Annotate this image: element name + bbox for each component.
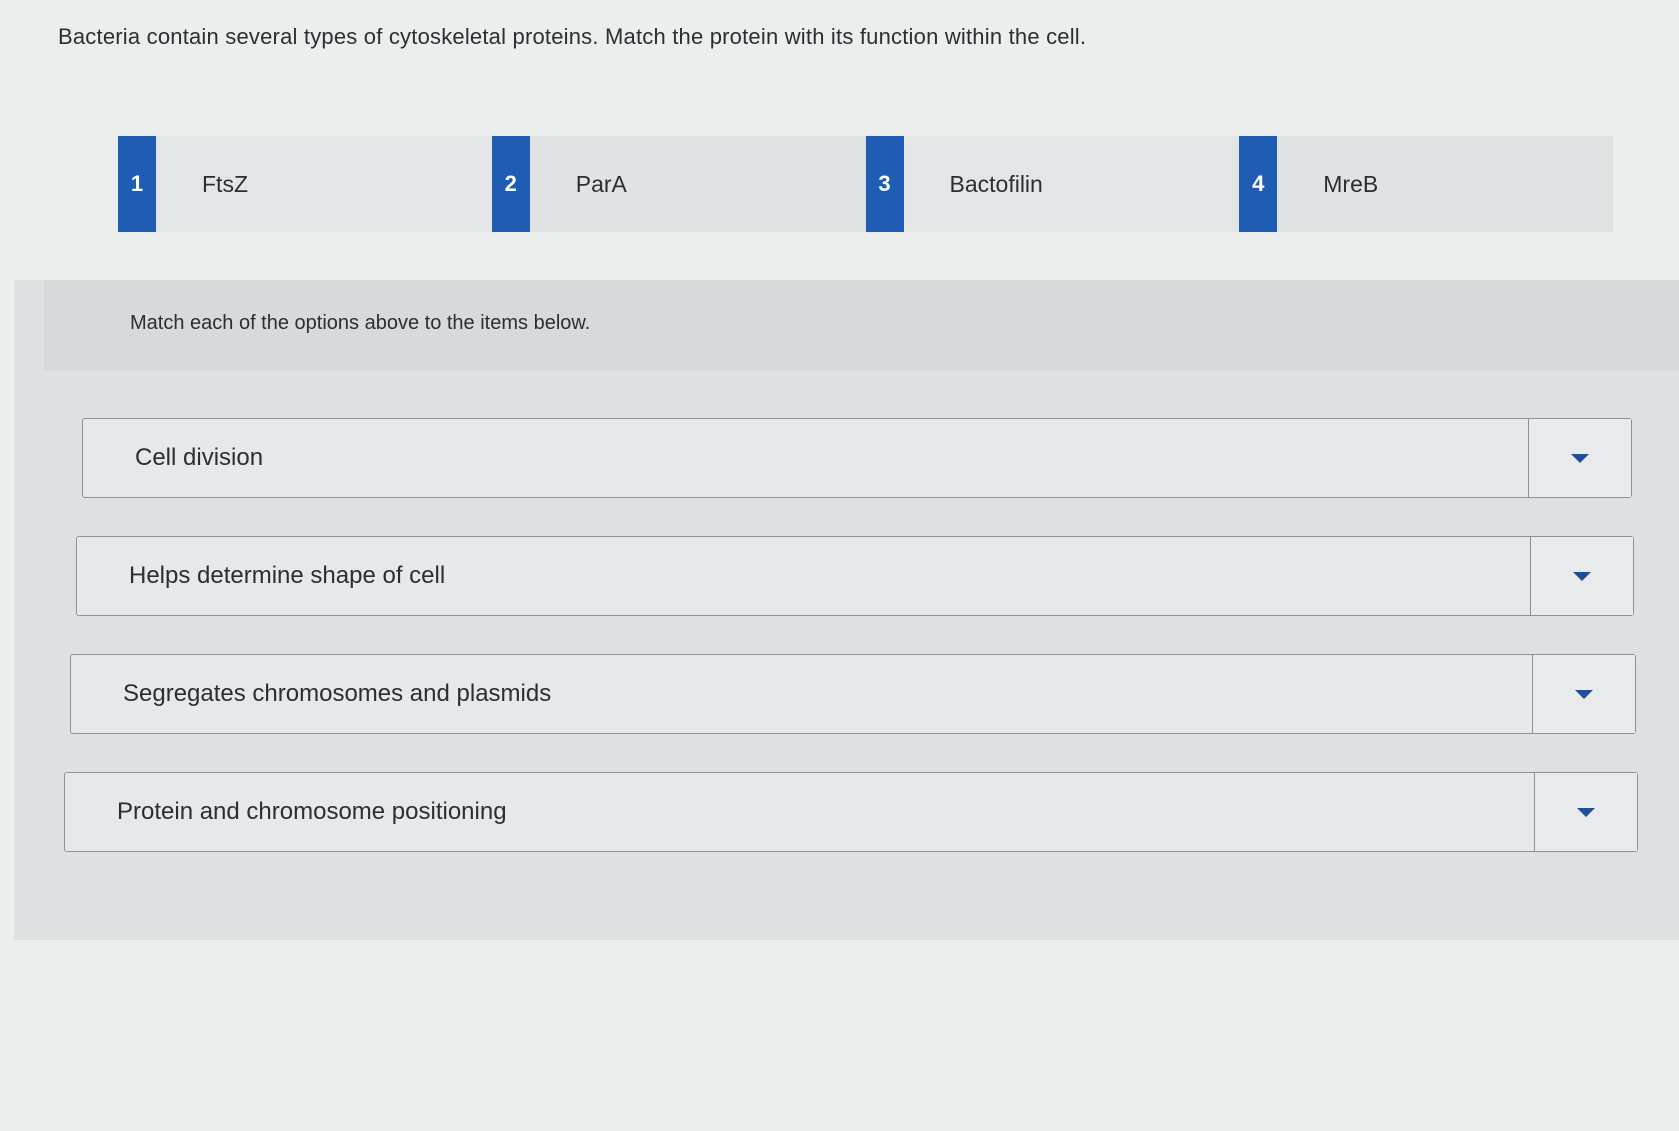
match-instructions-bar: Match each of the options above to the i…: [44, 280, 1679, 370]
match-dropdown-button[interactable]: [1532, 655, 1635, 733]
caret-down-icon: [1575, 689, 1593, 699]
match-item-segregates[interactable]: Segregates chromosomes and plasmids: [70, 654, 1636, 734]
match-item-label: Cell division: [135, 444, 264, 471]
match-instructions-text: Match each of the options above to the i…: [130, 312, 591, 334]
caret-down-icon: [1571, 453, 1589, 463]
match-dropdown-button[interactable]: [1530, 537, 1633, 615]
option-number-badge: 1: [118, 136, 156, 232]
options-bar: 1 FtsZ 2 ParA 3 Bactofilin 4 MreB: [118, 136, 1613, 232]
caret-down-icon: [1573, 571, 1591, 581]
option-number-badge: 4: [1239, 136, 1278, 232]
match-item-shape[interactable]: Helps determine shape of cell: [76, 536, 1634, 616]
match-item-label: Helps determine shape of cell: [129, 562, 446, 589]
option-number-badge: 2: [491, 136, 530, 232]
match-item-label: Segregates chromosomes and plasmids: [123, 680, 552, 707]
option-label: ParA: [575, 170, 627, 197]
option-3[interactable]: 3 Bactofilin: [865, 136, 1240, 232]
option-4[interactable]: 4 MreB: [1239, 136, 1613, 232]
match-item-cell-division[interactable]: Cell division: [82, 418, 1632, 498]
question-text: Bacteria contain several types of cytosk…: [58, 24, 1087, 49]
match-dropdown-button[interactable]: [1528, 419, 1631, 497]
match-dropdown-button[interactable]: [1534, 773, 1637, 851]
option-2[interactable]: 2 ParA: [491, 136, 866, 232]
option-label: FtsZ: [202, 170, 248, 197]
caret-down-icon: [1577, 807, 1595, 817]
match-item-positioning[interactable]: Protein and chromosome positioning: [64, 772, 1638, 852]
option-label: MreB: [1323, 170, 1379, 197]
option-number-badge: 3: [865, 136, 904, 232]
option-1[interactable]: 1 FtsZ: [118, 136, 492, 232]
option-label: Bactofilin: [949, 170, 1043, 197]
match-item-label: Protein and chromosome positioning: [117, 798, 507, 825]
match-panel: Match each of the options above to the i…: [14, 280, 1679, 940]
